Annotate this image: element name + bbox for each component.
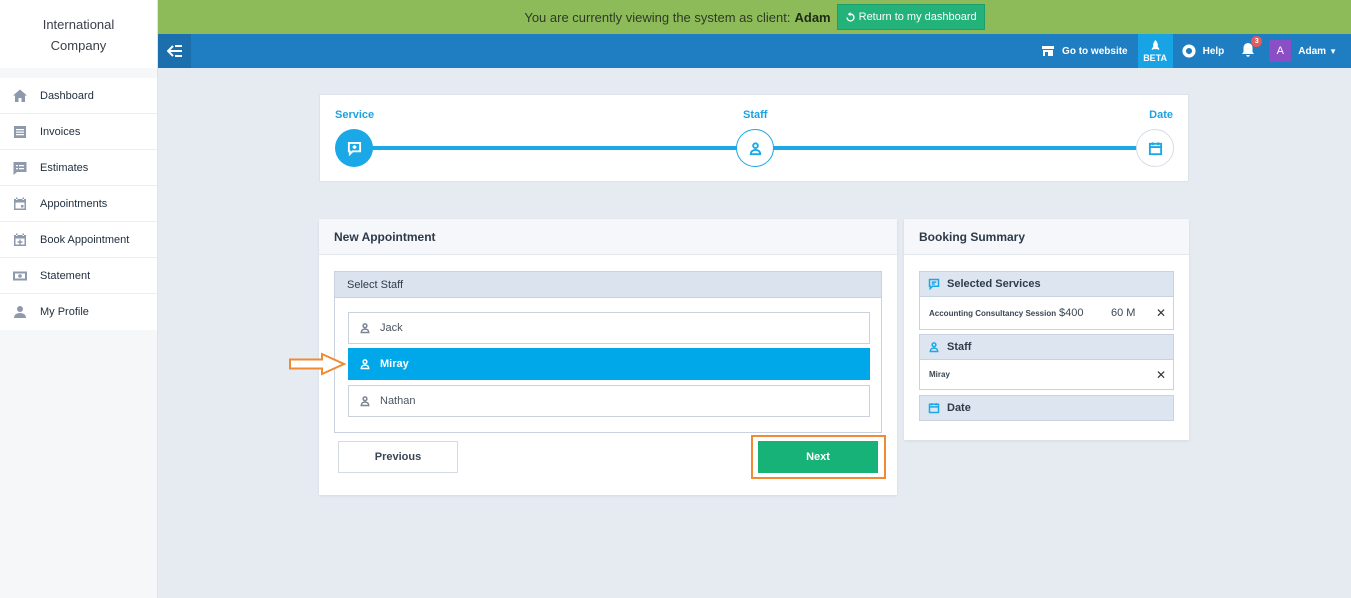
step-staff[interactable] <box>736 129 774 167</box>
money-icon <box>0 268 40 284</box>
sidebar-item-invoices[interactable]: Invoices <box>0 114 157 150</box>
user-icon <box>360 359 370 370</box>
step-label-date: Date <box>1149 109 1173 121</box>
date-summary-header: Date <box>919 395 1174 421</box>
store-icon <box>1042 46 1055 56</box>
user-name: Adam <box>1298 45 1327 57</box>
sidebar-item-label: My Profile <box>40 306 89 318</box>
remove-staff-icon[interactable]: ✕ <box>1156 368 1166 382</box>
banner-text: You are currently viewing the system as … <box>524 9 791 25</box>
date-summary-label: Date <box>947 402 971 414</box>
undo-icon <box>846 11 855 22</box>
remove-service-icon[interactable]: ✕ <box>1156 306 1166 320</box>
previous-button[interactable]: Previous <box>338 441 458 473</box>
beta-button[interactable]: BETA <box>1137 34 1173 68</box>
sidebar: International Company Dashboard Invoices… <box>0 0 158 598</box>
calendar-icon <box>0 196 40 212</box>
booking-stepper: Service Staff Date <box>319 94 1189 182</box>
step-date[interactable] <box>1136 129 1174 167</box>
go-to-website-link[interactable]: Go to website <box>1041 44 1128 58</box>
help-link[interactable]: Help <box>1182 44 1225 58</box>
sidebar-item-label: Appointments <box>40 197 108 210</box>
calendar-plus-icon <box>0 232 40 248</box>
sidebar-item-label: Invoices <box>40 125 81 138</box>
sidebar-item-dashboard[interactable]: Dashboard <box>0 78 157 114</box>
user-menu[interactable]: A Adam ▼ <box>1269 40 1337 62</box>
sidebar-nav: Dashboard Invoices Estimates Appointment… <box>0 78 157 330</box>
step-label-service: Service <box>335 109 375 121</box>
client-view-banner: You are currently viewing the system as … <box>158 0 1351 34</box>
caret-down-icon: ▼ <box>1329 46 1337 56</box>
home-icon <box>0 88 40 104</box>
new-appointment-title: New Appointment <box>319 219 897 255</box>
booking-summary-card: Booking Summary Selected Services Accoun… <box>904 219 1189 440</box>
selected-services-header: Selected Services <box>919 271 1174 297</box>
rocket-icon <box>1151 39 1159 50</box>
staff-user-icon <box>929 342 939 353</box>
selected-staff-row: Miray ✕ <box>919 360 1174 390</box>
sidebar-item-label: Dashboard <box>40 89 94 102</box>
selected-staff-name: Miray <box>929 370 950 379</box>
notification-count-badge: 3 <box>1251 35 1263 47</box>
beta-label: BETA <box>1143 52 1168 63</box>
select-staff-panel: Select Staff Jack Miray Nathan <box>334 271 882 433</box>
invoice-icon <box>0 124 40 140</box>
next-button[interactable]: Next <box>758 441 878 473</box>
top-navbar: Go to website BETA Help 3 A Adam ▼ <box>158 34 1351 68</box>
sidebar-item-my-profile[interactable]: My Profile <box>0 294 157 330</box>
notifications-button[interactable]: 3 <box>1240 35 1263 61</box>
staff-option-name: Miray <box>380 358 409 370</box>
sidebar-item-statement[interactable]: Statement <box>0 258 157 294</box>
service-duration: 60 M <box>1111 307 1136 319</box>
new-appointment-card: New Appointment Select Staff Jack Miray … <box>319 219 897 495</box>
service-chat-plus-icon <box>347 141 361 156</box>
brand-line-1: International <box>42 17 115 32</box>
staff-option-miray[interactable]: Miray <box>348 348 870 380</box>
sidebar-item-estimates[interactable]: Estimates <box>0 150 157 186</box>
sidebar-item-label: Book Appointment <box>40 233 130 246</box>
service-name: Accounting Consultancy Session <box>929 308 1057 318</box>
user-icon <box>0 304 40 320</box>
date-calendar-icon <box>1148 141 1162 155</box>
staff-summary-label: Staff <box>947 341 972 353</box>
return-label: Return to my dashboard <box>858 11 977 23</box>
return-to-dashboard-button[interactable]: Return to my dashboard <box>836 4 985 30</box>
collapse-arrow-icon <box>166 45 182 57</box>
sidebar-toggle-button[interactable] <box>158 34 191 68</box>
sidebar-item-book-appointment[interactable]: Book Appointment <box>0 222 157 258</box>
selected-services-label: Selected Services <box>947 278 1041 290</box>
sidebar-item-appointments[interactable]: Appointments <box>0 186 157 222</box>
date-calendar-icon <box>928 403 940 414</box>
lifebuoy-icon <box>1182 44 1196 58</box>
navbar-actions: Go to website BETA Help 3 A Adam ▼ <box>1041 34 1351 68</box>
sidebar-item-label: Statement <box>40 269 91 282</box>
booking-summary-title: Booking Summary <box>904 219 1189 255</box>
go-to-website-label: Go to website <box>1062 45 1128 57</box>
banner-client-name: Adam <box>794 9 831 25</box>
avatar: A <box>1269 40 1292 62</box>
annotation-arrow-icon <box>289 352 346 376</box>
staff-summary-header: Staff <box>919 334 1174 360</box>
selected-service-row: Accounting Consultancy Session $400 60 M… <box>919 297 1174 330</box>
staff-option-name: Nathan <box>380 395 416 407</box>
user-icon <box>360 323 370 334</box>
estimate-icon <box>0 160 40 176</box>
services-chat-icon <box>928 278 940 290</box>
staff-user-icon <box>749 141 761 155</box>
staff-option-nathan[interactable]: Nathan <box>348 385 870 417</box>
brand-line-2: Company <box>50 38 107 53</box>
staff-option-jack[interactable]: Jack <box>348 312 870 344</box>
step-label-staff: Staff <box>743 109 768 121</box>
step-service[interactable] <box>335 129 373 167</box>
staff-option-name: Jack <box>380 322 403 334</box>
user-icon <box>360 396 370 407</box>
company-brand[interactable]: International Company <box>0 0 157 68</box>
help-label: Help <box>1202 45 1225 57</box>
service-price: $400 <box>1059 307 1084 319</box>
sidebar-item-label: Estimates <box>40 161 89 174</box>
select-staff-heading: Select Staff <box>335 272 881 298</box>
